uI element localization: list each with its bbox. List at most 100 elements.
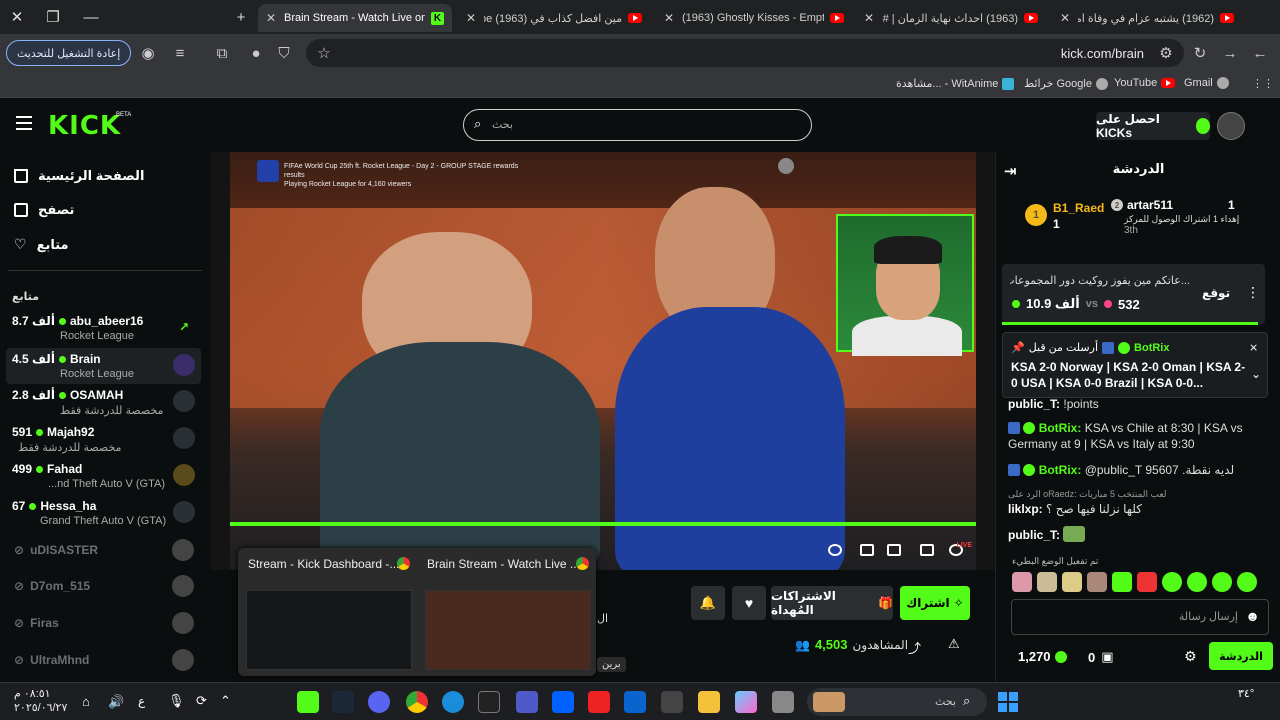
channel-item-hessa-ha[interactable]: 67 Hessa_ha Grand Theft Auto V (GTA) [6,495,201,531]
window-preview-dashboard[interactable]: Stream - Kick Dashboard -... [240,548,416,676]
sync-icon[interactable]: ⟳ [196,693,207,709]
reload-icon[interactable]: ↻ [1188,41,1212,65]
user-avatar[interactable] [1217,112,1245,140]
edge-icon[interactable] [442,691,464,713]
follow-heart-button[interactable]: ♥ [732,586,766,620]
close-tab-icon[interactable]: ✕ [864,11,876,25]
profile-avatar-icon[interactable]: ◉ [136,41,160,65]
bookmark-witanime[interactable]: مشاهدة... - WitAnime [896,77,1015,90]
sidebar-item-home[interactable]: الصفحة الرئيسية [14,168,144,184]
close-window-icon[interactable]: ✕ [0,0,34,34]
system-clock[interactable]: ٠٨:٥١ م ٢٠٢٥/٠٦/٢٧ [14,687,67,715]
channel-item-firas[interactable]: ⊘ Firas [14,616,59,630]
window-preview-brain-stream[interactable]: Brain Stream - Watch Live ... [419,548,595,676]
bookmark-youtube[interactable]: YouTube [1114,77,1176,89]
chat-send-button[interactable]: الدردشة [1209,642,1273,670]
kick-app-icon[interactable] [297,691,319,713]
close-tab-icon[interactable]: ✕ [664,11,676,25]
leader-entry[interactable]: 2 artar511 [1111,198,1173,212]
microphone-icon[interactable]: 🎙 [168,693,185,709]
video-player[interactable]: FIFAe World Cup 25th ft. Rocket League -… [211,152,995,570]
kick-logo[interactable]: KICK [48,111,121,141]
emoji-icon[interactable]: ☻ [1245,608,1260,624]
gifted-subs-button[interactable]: الاشتراكات المُهداة 🎁 [771,586,893,620]
share-icon[interactable]: ⤴ [908,638,921,657]
copilot-icon[interactable] [735,691,757,713]
back-icon[interactable]: ← [1248,41,1272,65]
file-explorer-icon[interactable] [698,691,720,713]
browser-tab[interactable]: ✕ (1963) احداث نهاية الزمان | #رحلة [856,4,1046,32]
kicks-balance[interactable]: 0 ▣ [1088,649,1114,665]
sidebar-item-following[interactable]: ♡ متابع [14,236,69,253]
emote-icon[interactable] [1162,572,1182,592]
emote-icon[interactable] [1037,572,1057,592]
shield-icon[interactable]: ⛉ [272,41,296,65]
extension-badge-icon[interactable]: ● [244,41,268,65]
new-tab-button[interactable]: + [224,0,258,34]
browser-tab[interactable]: ✕ (1963) Ghostly Kisses - Empty N [656,4,852,32]
app-icon[interactable] [772,691,794,713]
outlook-icon[interactable] [624,691,646,713]
channel-item-majah92[interactable]: 591 Majah92 مخصصة للدردشة فقط [6,421,201,457]
leader-name[interactable]: B1_Raed [1053,201,1104,215]
windows-start-icon[interactable] [998,692,1018,712]
theater-mode-icon[interactable] [887,544,901,556]
more-options-icon[interactable]: ⋮ [1246,284,1260,301]
emote-icon[interactable] [1062,572,1082,592]
notification-icon[interactable]: ⌂ [82,694,90,709]
prediction-card[interactable]: ...عاتكم مين يفوز روكيت دور المجموعات 10… [1002,264,1265,324]
dropbox-icon[interactable] [552,691,574,713]
extensions-icon[interactable]: ⧉ [210,41,234,65]
chat-settings-icon[interactable]: ⚙ [1184,648,1197,665]
pinned-message[interactable]: 📌 أرسلت من قبل BotRix KSA 2-0 Norway | K… [1002,332,1268,398]
input-language[interactable]: ع [138,694,145,708]
hamburger-menu-icon[interactable] [16,116,32,130]
get-kicks-button[interactable]: احصل على KICKs [1096,112,1210,140]
emote-icon[interactable] [1012,572,1032,592]
store-icon[interactable] [661,691,683,713]
search-input[interactable]: ⌕ بحث [463,109,812,141]
teams-icon[interactable] [516,691,538,713]
epic-games-icon[interactable] [478,691,500,713]
browser-tab-active[interactable]: ✕ Brain Stream - Watch Live on K K [258,4,452,32]
emote-icon[interactable] [1112,572,1132,592]
fullscreen-icon[interactable] [920,544,934,556]
bookmark-star-icon[interactable]: ☆ [312,41,336,65]
chat-message-input[interactable]: إرسال رسالة ☻ [1011,599,1269,635]
windows-search-input[interactable]: بحث ⌕ [807,688,987,716]
chat-message[interactable]: public_T: !points [1008,396,1270,412]
sidebar-item-browse[interactable]: تصفح [14,202,74,218]
channel-item-brain[interactable]: 4.5 ألف Brain Rocket League [6,348,201,384]
bookmark-google-maps[interactable]: خرائط Google [1024,77,1108,90]
url-text[interactable]: kick.com/brain [1061,46,1144,61]
chrome-icon[interactable] [406,691,428,713]
bookmark-gmail[interactable]: Gmail [1184,77,1229,89]
channel-item-osamah[interactable]: 2.8 ألف OSAMAH مخصصة للدردشة فقط [6,384,201,420]
close-tab-icon[interactable]: ✕ [466,11,478,25]
channel-item-ultramhnd[interactable]: ⊘ UltraMhnd [14,653,89,667]
close-tab-icon[interactable]: ✕ [1060,11,1072,25]
emote-icon[interactable] [1212,572,1232,592]
chevron-down-icon[interactable]: ⌄ [1251,367,1261,381]
playback-progress-bar[interactable] [230,522,976,526]
predict-button[interactable]: توقع [1202,286,1230,300]
relaunch-to-update-button[interactable]: إعادة التشغيل للتحديث [6,40,132,66]
notifications-bell-button[interactable]: 🔔 [691,586,725,620]
browser-tab[interactable]: ✕ (1962) يشتبه عزام في وفاة امرأة [1052,4,1242,32]
chevron-up-icon[interactable]: ⌃ [220,693,231,709]
channel-item-d7om-515[interactable]: ⊘ D7om_515 [14,579,90,593]
volume-icon[interactable]: 🔊 [108,694,124,710]
channel-item-udisaster[interactable]: ⊘ uDISASTER [14,543,98,557]
collapse-chat-icon[interactable]: ⇥ [1004,162,1017,180]
forward-icon[interactable]: → [1218,41,1242,65]
emote-icon[interactable] [1137,572,1157,592]
app-icon[interactable] [588,691,610,713]
site-settings-icon[interactable]: ⚙ [1154,41,1178,65]
emote-icon[interactable] [1187,572,1207,592]
close-tab-icon[interactable]: ✕ [266,11,278,25]
emote-icon[interactable] [1237,572,1257,592]
clip-icon[interactable] [860,544,874,556]
minimize-window-icon[interactable]: — [74,0,108,34]
weather-temperature[interactable]: ٣٤° [1238,687,1254,700]
subscribe-button[interactable]: اشتراك ✧ [900,586,970,620]
